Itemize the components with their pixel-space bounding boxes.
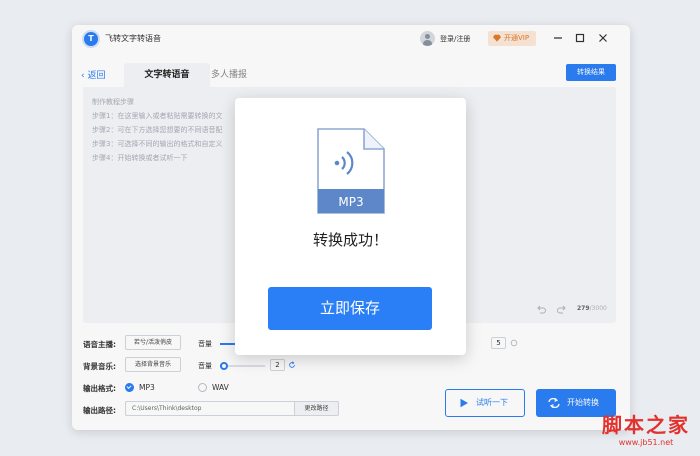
save-now-button[interactable]: 立即保存 xyxy=(268,287,432,330)
success-dialog: MP3 转换成功！ 立即保存 xyxy=(235,98,466,355)
watermark-url: www.jb51.net xyxy=(618,438,674,447)
watermark-title: 脚本之家 xyxy=(602,413,690,437)
watermark: 脚本之家 www.jb51.net xyxy=(602,409,690,447)
file-type-label: MP3 xyxy=(338,195,364,209)
app-window: T 飞转文字转语音 登录/注册 开通VIP ‹ 返回 文字转语音 多人播报 转换… xyxy=(72,25,630,430)
success-message: 转换成功！ xyxy=(312,231,388,249)
